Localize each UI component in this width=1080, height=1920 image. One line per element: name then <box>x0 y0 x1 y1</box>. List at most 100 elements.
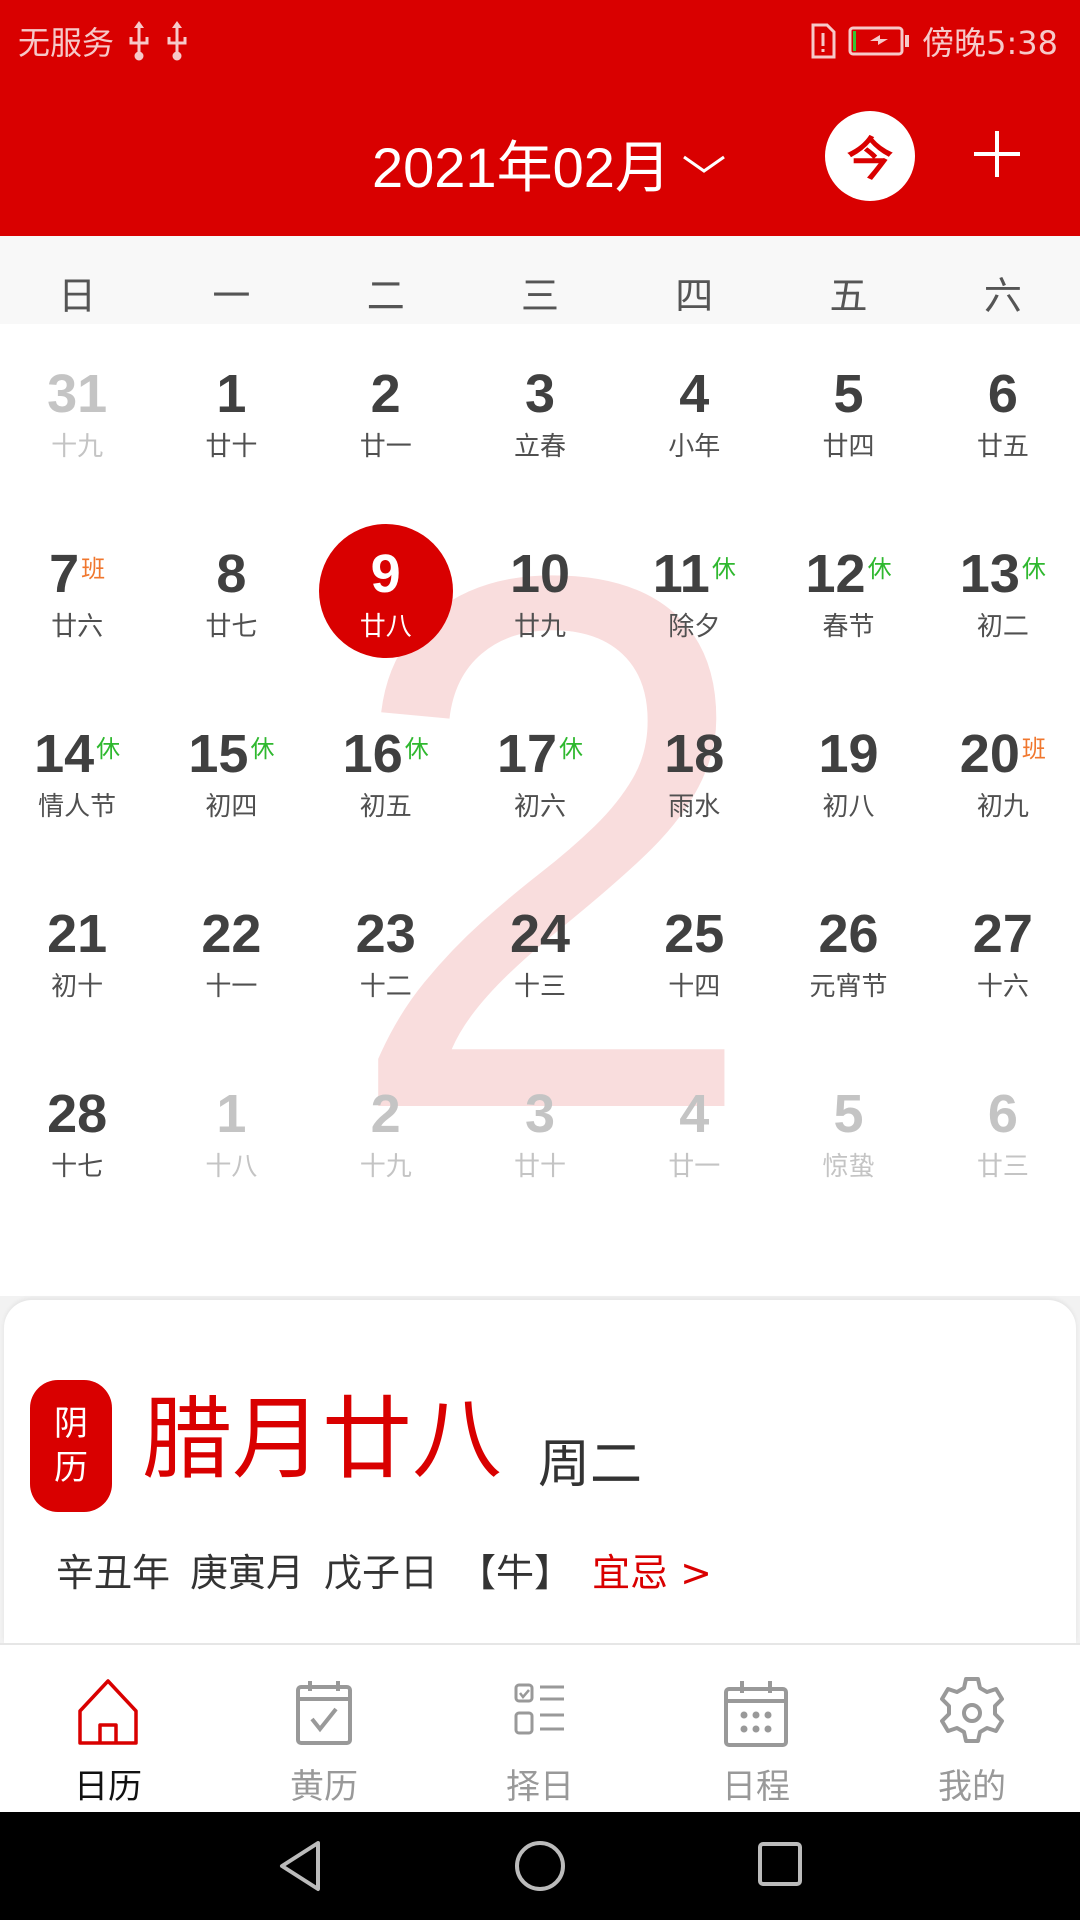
calendar-dots-icon <box>724 1681 788 1747</box>
checklist-icon <box>514 1683 564 1735</box>
calendar-day[interactable]: 2 十九 <box>309 1044 463 1224</box>
day-number: 27 <box>926 902 1080 966</box>
calendar-day[interactable]: 6 廿三 <box>926 1044 1080 1224</box>
workday-badge: 班 <box>81 556 106 583</box>
bottom-nav: 日历 黄历 择日 日程 我的 <box>0 1643 1080 1812</box>
calendar-day[interactable]: 8 廿七 <box>154 504 308 684</box>
calendar-day[interactable]: 11休 除夕 <box>617 504 771 684</box>
home-circle-icon[interactable] <box>514 1840 566 1892</box>
zodiac: 【牛】 <box>458 1551 573 1595</box>
lunar-day: 十一 <box>205 972 258 1002</box>
calendar-check-icon <box>296 1681 352 1745</box>
usb-icon <box>129 21 149 61</box>
calendar-day[interactable]: 10 廿九 <box>463 504 617 684</box>
day-number-text: 6 <box>987 1084 1018 1144</box>
calendar-day[interactable]: 15休 初四 <box>154 684 308 864</box>
calendar-day[interactable]: 31 十九 <box>0 324 154 504</box>
ganzhi-day: 戊子日 <box>324 1551 439 1595</box>
day-number-text: 15 <box>188 724 249 784</box>
lunar-day: 情人节 <box>38 792 117 822</box>
nav-item-schedule[interactable]: 日程 <box>648 1645 864 1812</box>
calendar-day[interactable]: 1 廿十 <box>154 324 308 504</box>
holiday-rest-badge: 休 <box>250 736 275 763</box>
day-number-text: 24 <box>509 904 571 964</box>
day-number-text: 1 <box>216 364 247 424</box>
recents-icon[interactable] <box>756 1840 804 1888</box>
calendar-day[interactable]: 4 廿一 <box>617 1044 771 1224</box>
calendar-day[interactable]: 1 十八 <box>154 1044 308 1224</box>
day-number: 19 <box>771 722 925 786</box>
calendar-day[interactable]: 26 元宵节 <box>771 864 925 1044</box>
calendar-grid: 2 31 十九 1 廿十 2 廿一 3 立春 4 小年 5 廿四 6 廿五 7班 廿六 8 廿七 9 廿八 10 廿九 11… <box>0 324 1080 1300</box>
today-button[interactable]: 今 <box>825 111 915 201</box>
day-number: 3 <box>463 1082 617 1146</box>
day-number: 12休 <box>771 542 925 606</box>
calendar-day[interactable]: 28 十七 <box>0 1044 154 1224</box>
lunar-detail-card[interactable]: 阴 历 腊月廿八 周二 辛丑年 庚寅月 戊子日 【牛】 宜忌 > <box>4 1300 1076 1643</box>
calendar-day[interactable]: 17休 初六 <box>463 684 617 864</box>
calendar-day-today[interactable]: 9 廿八 <box>309 504 463 684</box>
calendar-day[interactable]: 2 廿一 <box>309 324 463 504</box>
calendar-day[interactable]: 7班 廿六 <box>0 504 154 684</box>
day-number-text: 1 <box>216 1084 247 1144</box>
calendar-day[interactable]: 5 惊蛰 <box>771 1044 925 1224</box>
month-title: 2021年02月 <box>372 136 671 199</box>
calendar-day[interactable]: 3 立春 <box>463 324 617 504</box>
plus-icon[interactable] <box>972 129 1022 179</box>
day-number-text: 26 <box>818 904 879 964</box>
lunar-day: 廿六 <box>51 612 104 642</box>
calendar-day[interactable]: 12休 春节 <box>771 504 925 684</box>
nav-label: 日历 <box>74 1767 142 1807</box>
day-number-text: 13 <box>959 544 1020 604</box>
lunar-day: 小年 <box>668 432 721 462</box>
calendar-day[interactable]: 18 雨水 <box>617 684 771 864</box>
yiji-link[interactable]: 宜忌 > <box>592 1548 712 1598</box>
usb-icon <box>167 21 187 61</box>
holiday-rest-badge: 休 <box>404 736 429 763</box>
calendar-day[interactable]: 19 初八 <box>771 684 925 864</box>
calendar-day[interactable]: 3 廿十 <box>463 1044 617 1224</box>
day-number-text: 2 <box>370 364 401 424</box>
nav-item-choose-date[interactable]: 择日 <box>432 1645 648 1812</box>
calendar-day[interactable]: 20班 初九 <box>926 684 1080 864</box>
lunar-day: 十九 <box>359 1152 412 1182</box>
day-number: 25 <box>617 902 771 966</box>
calendar-day[interactable]: 22 十一 <box>154 864 308 1044</box>
calendar-day[interactable]: 21 初十 <box>0 864 154 1044</box>
ganzhi-month: 庚寅月 <box>190 1551 305 1595</box>
calendar-day[interactable]: 23 十二 <box>309 864 463 1044</box>
day-number: 4 <box>617 1082 771 1146</box>
day-number-text: 5 <box>833 364 864 424</box>
day-number: 17休 <box>463 722 617 786</box>
weekday-label: 二 <box>366 274 405 318</box>
calendar-day[interactable]: 14休 情人节 <box>0 684 154 864</box>
sim-alert-icon <box>811 23 836 59</box>
weekday-label: 五 <box>829 274 868 318</box>
lunar-day: 十九 <box>51 432 104 462</box>
lunar-day: 惊蛰 <box>822 1152 875 1182</box>
day-number: 22 <box>154 902 308 966</box>
day-number-text: 18 <box>664 724 725 784</box>
calendar-day[interactable]: 27 十六 <box>926 864 1080 1044</box>
calendar-day[interactable]: 25 十四 <box>617 864 771 1044</box>
calendar-day[interactable]: 4 小年 <box>617 324 771 504</box>
nav-item-me[interactable]: 我的 <box>864 1645 1080 1812</box>
day-number: 24 <box>463 902 617 966</box>
calendar-day[interactable]: 6 廿五 <box>926 324 1080 504</box>
day-number-text: 22 <box>201 904 262 964</box>
weekday-label: 四 <box>675 274 714 318</box>
calendar-day[interactable]: 16休 初五 <box>309 684 463 864</box>
calendar-day[interactable]: 24 十三 <box>463 864 617 1044</box>
day-number-text: 4 <box>679 1084 710 1144</box>
back-icon[interactable] <box>276 1840 326 1892</box>
nav-item-calendar[interactable]: 日历 <box>0 1645 216 1812</box>
nav-label: 日程 <box>722 1767 790 1807</box>
day-number: 23 <box>309 902 463 966</box>
lunar-day: 廿一 <box>668 1152 721 1182</box>
weekday-name: 周二 <box>538 1435 643 1495</box>
calendar-day[interactable]: 5 廿四 <box>771 324 925 504</box>
holiday-rest-badge: 休 <box>559 736 584 763</box>
month-picker[interactable]: 2021年02月 <box>372 123 727 204</box>
nav-item-almanac[interactable]: 黄历 <box>216 1645 432 1812</box>
calendar-day[interactable]: 13休 初二 <box>926 504 1080 684</box>
